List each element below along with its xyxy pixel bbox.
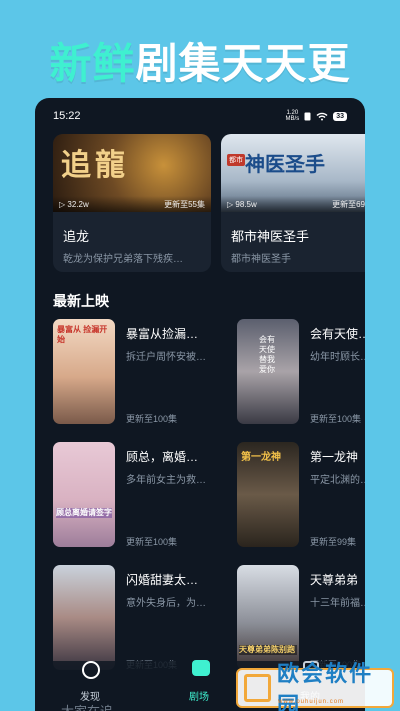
watermark-icon bbox=[244, 674, 272, 702]
play-count: 32.2w bbox=[67, 199, 89, 209]
item-desc: 多年前女主为救… bbox=[126, 475, 206, 486]
card-title: 都市神医圣手 bbox=[231, 229, 310, 244]
item-title: 闪婚甜妻太… bbox=[126, 573, 199, 587]
episode-count: 更新至69集 bbox=[332, 199, 365, 209]
promo-headline-rest: 剧集天天更 bbox=[135, 39, 351, 88]
thumbnail: 第一龙神 bbox=[237, 442, 299, 547]
play-count: 98.5w bbox=[235, 199, 257, 209]
featured-card-zhuilong[interactable]: 追龍 ▷ 32.2w 更新至55集 追龙 乾龙为保护兄弟落下残疾… bbox=[53, 134, 211, 272]
item-title: 第一龙神 bbox=[310, 450, 359, 464]
card-title: 追龙 bbox=[63, 229, 90, 244]
phone-screen: 15:22 1.20 MB/s 33 追龍 ▷ 32.2w 更新至55集 追龙 … bbox=[35, 98, 365, 711]
status-bar: 15:22 1.20 MB/s 33 bbox=[35, 98, 365, 134]
item-desc: 意外失身后，为… bbox=[126, 598, 206, 609]
discover-icon[interactable] bbox=[82, 661, 100, 679]
featured-cards: 追龍 ▷ 32.2w 更新至55集 追龙 乾龙为保护兄弟落下残疾… 都市 神医圣… bbox=[53, 134, 365, 274]
list-item[interactable]: 暴富从 捡漏开始 暴富从捡漏… 拆迁户周怀安被… 更新至100集 bbox=[53, 319, 233, 424]
item-title: 顾总，离婚… bbox=[126, 450, 199, 464]
thumbnail-title: 顾总离婚请签字 bbox=[56, 508, 112, 518]
item-desc: 平定北渊的… bbox=[310, 475, 365, 486]
status-time: 15:22 bbox=[53, 110, 81, 122]
play-icon: ▷ bbox=[59, 199, 66, 209]
item-desc: 十三年前福… bbox=[310, 598, 365, 609]
item-title: 暴富从捡漏… bbox=[126, 327, 199, 341]
chasing-label: 大家在追 bbox=[61, 701, 113, 711]
list-item[interactable]: 会有天使替我爱你 会有天使… 幼年时顾长… 更新至100集 bbox=[237, 319, 365, 424]
network-speed: 1.20 MB/s bbox=[285, 110, 300, 122]
section-title-new-releases: 最新上映 bbox=[53, 293, 109, 309]
watermark-logo: 欧会软件园 www.ouhuijun.com bbox=[236, 662, 394, 711]
item-episodes: 更新至99集 bbox=[310, 537, 357, 547]
thumbnail-title: 第一龙神 bbox=[241, 452, 281, 463]
drama-icon[interactable] bbox=[192, 660, 210, 676]
card-desc: 乾龙为保护兄弟落下残疾… bbox=[63, 254, 183, 265]
thumbnail: 会有天使替我爱你 bbox=[237, 319, 299, 424]
item-episodes: 更新至100集 bbox=[126, 537, 178, 547]
nav-drama[interactable]: 剧场 bbox=[189, 688, 209, 703]
item-episodes: 更新至100集 bbox=[310, 414, 362, 424]
featured-card-shenyi[interactable]: 都市 神医圣手 ▷ 98.5w 更新至69集 都市神医圣手 都市神医圣手 bbox=[221, 134, 365, 272]
battery-indicator: 33 bbox=[333, 111, 347, 121]
poster-badge: 都市 bbox=[227, 154, 245, 166]
card-desc: 都市神医圣手 bbox=[231, 254, 291, 265]
item-desc: 拆迁户周怀安被… bbox=[126, 352, 206, 363]
list-item[interactable]: 天尊弟弟陈别跑 天尊弟弟 十三年前福… 更新至100集 bbox=[237, 565, 365, 670]
wifi-icon bbox=[316, 112, 328, 120]
list-item[interactable]: 顾总离婚请签字 顾总，离婚… 多年前女主为救… 更新至100集 bbox=[53, 442, 233, 547]
poster-title: 追龍 bbox=[61, 148, 129, 183]
thumbnail-title: 暴富从 捡漏开始 bbox=[57, 325, 108, 344]
poster-title: 神医圣手 bbox=[245, 152, 325, 176]
sim-icon bbox=[304, 112, 311, 120]
episode-count: 更新至55集 bbox=[164, 199, 205, 209]
item-title: 会有天使… bbox=[310, 327, 365, 341]
promo-headline-highlight: 新鲜 bbox=[49, 39, 136, 88]
item-episodes: 更新至100集 bbox=[126, 414, 178, 424]
item-title: 天尊弟弟 bbox=[310, 573, 359, 587]
thumbnail: 暴富从 捡漏开始 bbox=[53, 319, 115, 424]
thumbnail bbox=[53, 565, 115, 670]
thumbnail-title: 会有天使替我爱你 bbox=[259, 335, 275, 374]
list-item[interactable]: 闪婚甜妻太… 意外失身后，为… 更新至100集 bbox=[53, 565, 233, 670]
thumbnail: 顾总离婚请签字 bbox=[53, 442, 115, 547]
list-item[interactable]: 第一龙神 第一龙神 平定北渊的… 更新至99集 bbox=[237, 442, 365, 547]
play-icon: ▷ bbox=[227, 199, 234, 209]
promo-headline: 新鲜剧集天天更 bbox=[0, 30, 400, 91]
item-desc: 幼年时顾长… bbox=[310, 352, 365, 363]
thumbnail-title: 天尊弟弟陈别跑 bbox=[239, 645, 297, 655]
thumbnail: 天尊弟弟陈别跑 bbox=[237, 565, 299, 670]
watermark-url: www.ouhuijun.com bbox=[278, 699, 345, 705]
